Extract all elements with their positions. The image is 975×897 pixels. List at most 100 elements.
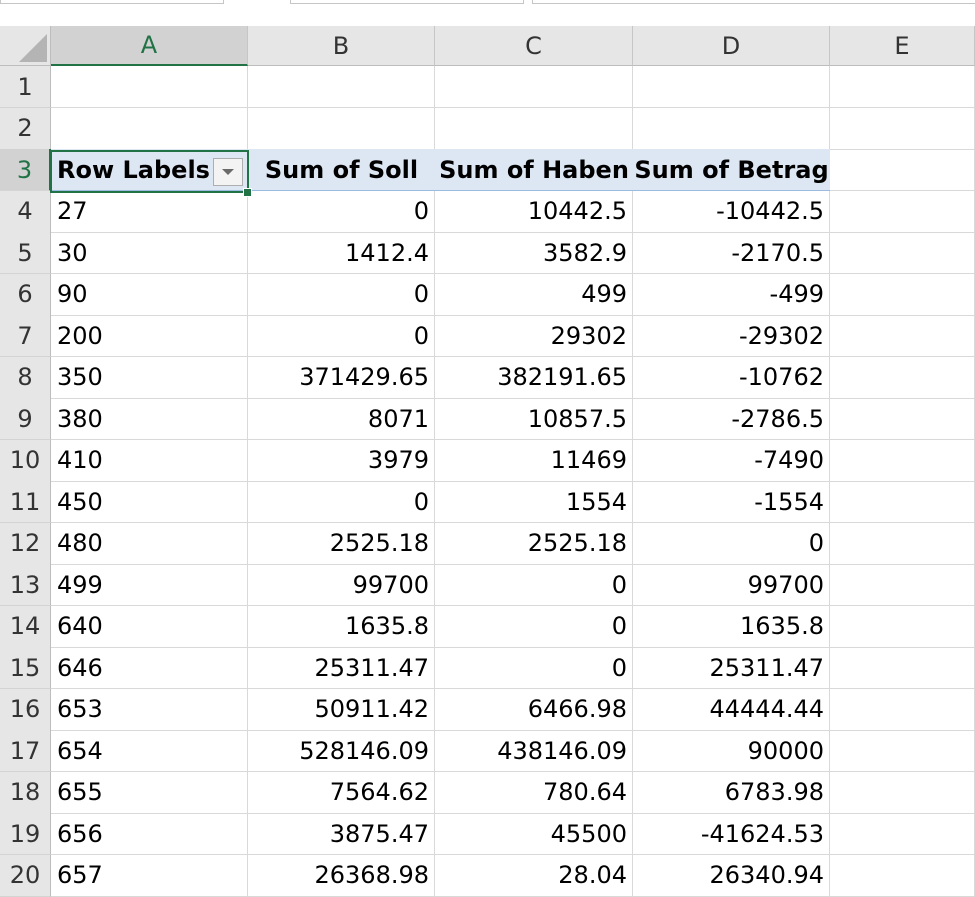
row-header-17[interactable]: 17 xyxy=(0,730,51,772)
cell-d7[interactable]: -29302 xyxy=(633,315,830,357)
cell-d19[interactable]: -41624.53 xyxy=(633,813,830,855)
cell-e20[interactable] xyxy=(830,854,975,897)
row-header-9[interactable]: 9 xyxy=(0,398,51,440)
cell-b12[interactable]: 2525.18 xyxy=(248,522,435,565)
cell-d5[interactable]: -2170.5 xyxy=(633,232,830,274)
select-all-button[interactable] xyxy=(0,26,51,66)
row-header-8[interactable]: 8 xyxy=(0,356,51,399)
cell-d11[interactable]: -1554 xyxy=(633,481,830,523)
row-header-2[interactable]: 2 xyxy=(0,107,51,150)
cell-d9[interactable]: -2786.5 xyxy=(633,398,830,440)
pivot-header-c[interactable]: Sum of Haben xyxy=(435,149,633,191)
cell-e7[interactable] xyxy=(830,315,975,357)
cell-e18[interactable] xyxy=(830,771,975,814)
cell-b20[interactable]: 26368.98 xyxy=(248,854,435,897)
cell-d6[interactable]: -499 xyxy=(633,273,830,316)
row-header-19[interactable]: 19 xyxy=(0,813,51,855)
row-header-7[interactable]: 7 xyxy=(0,315,51,357)
cell-a4[interactable]: 27 xyxy=(51,190,248,233)
cell-c12[interactable]: 2525.18 xyxy=(435,522,633,565)
row-header-11[interactable]: 11 xyxy=(0,481,51,523)
cell-e9[interactable] xyxy=(830,398,975,440)
cell-e17[interactable] xyxy=(830,730,975,772)
cell-c11[interactable]: 1554 xyxy=(435,481,633,523)
cell-a13[interactable]: 499 xyxy=(51,564,248,606)
cell-d15[interactable]: 25311.47 xyxy=(633,647,830,689)
cell-c7[interactable]: 29302 xyxy=(435,315,633,357)
cell-a11[interactable]: 450 xyxy=(51,481,248,523)
formula-input-edge[interactable] xyxy=(532,0,975,4)
cell-e1[interactable] xyxy=(830,66,975,108)
cell-d18[interactable]: 6783.98 xyxy=(633,771,830,814)
row-header-4[interactable]: 4 xyxy=(0,190,51,233)
cell-b7[interactable]: 0 xyxy=(248,315,435,357)
cell-b18[interactable]: 7564.62 xyxy=(248,771,435,814)
pivot-header-d[interactable]: Sum of Betrag xyxy=(633,149,830,191)
cell-b11[interactable]: 0 xyxy=(248,481,435,523)
row-header-1[interactable]: 1 xyxy=(0,66,51,108)
cell-b13[interactable]: 99700 xyxy=(248,564,435,606)
cell-e15[interactable] xyxy=(830,647,975,689)
cell-a10[interactable]: 410 xyxy=(51,439,248,482)
cell-d16[interactable]: 44444.44 xyxy=(633,688,830,731)
cell-b14[interactable]: 1635.8 xyxy=(248,605,435,648)
row-header-14[interactable]: 14 xyxy=(0,605,51,648)
cell-b2[interactable] xyxy=(248,107,435,150)
cell-b6[interactable]: 0 xyxy=(248,273,435,316)
cell-a18[interactable]: 655 xyxy=(51,771,248,814)
cell-a8[interactable]: 350 xyxy=(51,356,248,399)
row-header-6[interactable]: 6 xyxy=(0,273,51,316)
cell-b5[interactable]: 1412.4 xyxy=(248,232,435,274)
cell-a17[interactable]: 654 xyxy=(51,730,248,772)
cell-a7[interactable]: 200 xyxy=(51,315,248,357)
cell-c20[interactable]: 28.04 xyxy=(435,854,633,897)
cell-a15[interactable]: 646 xyxy=(51,647,248,689)
cell-c5[interactable]: 3582.9 xyxy=(435,232,633,274)
cell-e3[interactable] xyxy=(830,149,975,191)
cell-c18[interactable]: 780.64 xyxy=(435,771,633,814)
cell-a1[interactable] xyxy=(51,66,248,108)
cell-d4[interactable]: -10442.5 xyxy=(633,190,830,233)
row-header-15[interactable]: 15 xyxy=(0,647,51,689)
cell-b16[interactable]: 50911.42 xyxy=(248,688,435,731)
cell-c6[interactable]: 499 xyxy=(435,273,633,316)
cell-d17[interactable]: 90000 xyxy=(633,730,830,772)
cell-e14[interactable] xyxy=(830,605,975,648)
cell-e8[interactable] xyxy=(830,356,975,399)
cell-c14[interactable]: 0 xyxy=(435,605,633,648)
cell-c19[interactable]: 45500 xyxy=(435,813,633,855)
row-header-13[interactable]: 13 xyxy=(0,564,51,606)
row-labels-filter-button[interactable] xyxy=(213,158,243,186)
cell-a20[interactable]: 657 xyxy=(51,854,248,897)
cell-a12[interactable]: 480 xyxy=(51,522,248,565)
cell-a5[interactable]: 30 xyxy=(51,232,248,274)
cell-d20[interactable]: 26340.94 xyxy=(633,854,830,897)
cell-e2[interactable] xyxy=(830,107,975,150)
cell-e10[interactable] xyxy=(830,439,975,482)
cell-e13[interactable] xyxy=(830,564,975,606)
cell-b10[interactable]: 3979 xyxy=(248,439,435,482)
cell-b4[interactable]: 0 xyxy=(248,190,435,233)
cell-d14[interactable]: 1635.8 xyxy=(633,605,830,648)
cell-c1[interactable] xyxy=(435,66,633,108)
row-header-12[interactable]: 12 xyxy=(0,522,51,565)
cell-c2[interactable] xyxy=(435,107,633,150)
cell-c17[interactable]: 438146.09 xyxy=(435,730,633,772)
cell-a19[interactable]: 656 xyxy=(51,813,248,855)
cell-e6[interactable] xyxy=(830,273,975,316)
column-header-e[interactable]: E xyxy=(830,26,975,66)
cell-b8[interactable]: 371429.65 xyxy=(248,356,435,399)
cell-d12[interactable]: 0 xyxy=(633,522,830,565)
cell-c16[interactable]: 6466.98 xyxy=(435,688,633,731)
cell-c13[interactable]: 0 xyxy=(435,564,633,606)
row-header-10[interactable]: 10 xyxy=(0,439,51,482)
cell-a14[interactable]: 640 xyxy=(51,605,248,648)
row-header-5[interactable]: 5 xyxy=(0,232,51,274)
cell-e16[interactable] xyxy=(830,688,975,731)
column-header-d[interactable]: D xyxy=(633,26,830,66)
cell-e11[interactable] xyxy=(830,481,975,523)
row-header-18[interactable]: 18 xyxy=(0,771,51,814)
cell-c9[interactable]: 10857.5 xyxy=(435,398,633,440)
cell-b1[interactable] xyxy=(248,66,435,108)
fill-handle[interactable] xyxy=(243,188,252,197)
